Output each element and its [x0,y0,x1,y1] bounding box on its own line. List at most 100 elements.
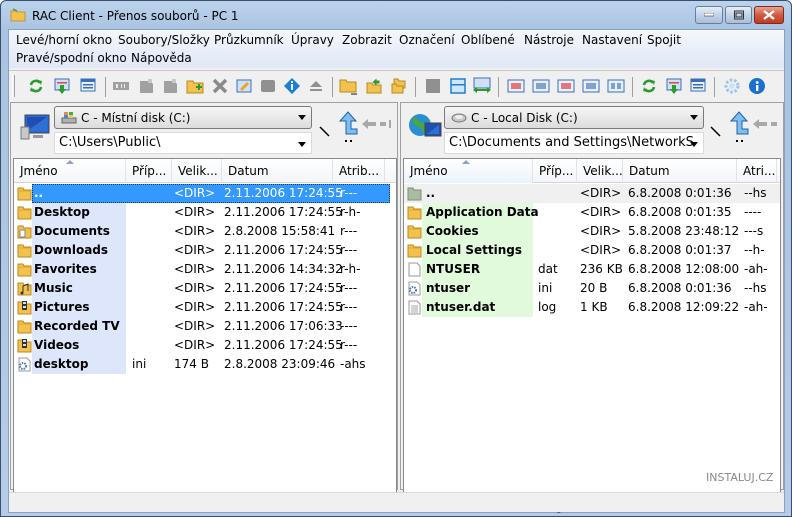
cell-attr: ---- [744,205,762,219]
edit-button[interactable] [234,76,254,96]
toolbar-grip[interactable] [12,75,15,97]
close-button[interactable] [754,6,784,24]
cell-attr: r-h- [340,205,361,219]
download-left-button[interactable] [52,76,72,96]
menu-explorer[interactable]: Průzkumník [214,31,284,49]
left-up-button[interactable] [337,111,359,142]
settings-file-icon [407,281,422,296]
table-row[interactable]: Videos <DIR> 2.11.2006 17:24:55 r--- [14,336,396,355]
title-bar[interactable]: RAC Client - Přenos souborů - PC 1 [1,1,791,29]
swap-panes-button[interactable] [472,76,492,96]
table-row[interactable]: .. <DIR> 6.8.2008 0:01:36 --hs [404,184,780,203]
table-row[interactable]: desktop ini 174 B 2.8.2008 23:09:46 -ahs [14,355,396,374]
refresh-right-button[interactable] [639,76,659,96]
right-up-button[interactable] [728,111,750,142]
download-right-button[interactable] [664,76,684,96]
stop-button[interactable] [258,76,278,96]
menu-connect[interactable]: Spojit [647,31,681,49]
cell-ext: dat [538,262,558,276]
table-row[interactable]: Documents <DIR> 2.8.2008 15:58:41 r--- [14,222,396,241]
view-mode-1-button[interactable] [506,76,526,96]
table-row[interactable]: NTUSER dat 236 KB 6.8.2008 12:08:00 -ah- [404,260,780,279]
right-drive-select[interactable]: C - Local Disk (C:) [444,106,704,129]
menu-help[interactable]: Nápověda [131,49,192,67]
folder-icon [17,186,32,201]
properties-button[interactable] [282,76,302,96]
table-row[interactable]: Desktop <DIR> 2.11.2006 17:24:55 r-h- [14,203,396,222]
table-row[interactable]: Recorded TV <DIR> 2.11.2006 17:06:33 ---- [14,317,396,336]
table-row[interactable]: Application Data <DIR> 6.8.2008 0:01:35 ---… [404,203,780,222]
menu-edit[interactable]: Úpravy [291,31,334,49]
about-button[interactable] [747,76,767,96]
view-left-button[interactable] [78,76,98,96]
column-size[interactable]: Velik... [172,159,222,183]
table-row[interactable]: Local Settings <DIR> 6.8.2008 0:01:37 --h- [404,241,780,260]
table-row[interactable]: Cookies <DIR> 5.8.2008 23:48:12 ---s [404,222,780,241]
network-computer-icon [409,114,442,137]
cell-size: <DIR> [580,224,622,238]
refresh-left-button[interactable] [26,76,46,96]
table-row[interactable]: Favorites <DIR> 2.11.2006 14:34:32 r-h- [14,260,396,279]
table-row[interactable]: .. <DIR> 2.11.2006 17:24:55 r--- [14,184,396,203]
cell-name: Desktop [34,205,90,219]
restore-icon [733,10,744,20]
square-button[interactable] [423,76,443,96]
menu-selection[interactable]: Označení [399,31,455,49]
right-path-input[interactable]: C:\Documents and Settings\NetworkS [444,132,704,154]
column-name[interactable]: Jméno [14,159,126,183]
table-row[interactable]: Music <DIR> 2.11.2006 17:24:55 r--- [14,279,396,298]
view-right-button[interactable] [688,76,708,96]
column-size[interactable]: Velik... [577,159,623,183]
right-back-button[interactable] [752,117,777,145]
left-drive-select[interactable]: C - Místní disk (C:) [54,106,312,129]
table-row[interactable]: Pictures <DIR> 2.11.2006 17:24:55 r--- [14,298,396,317]
text-file-icon [407,300,422,315]
folder-up-button[interactable] [364,76,384,96]
table-row[interactable]: ntuser ini 20 B 6.8.2008 0:01:36 --hs [404,279,780,298]
left-list-header: Jméno Příp... Velik... Datum Atrib... [14,159,396,183]
table-row[interactable]: Downloads <DIR> 2.11.2006 17:24:55 r--- [14,241,396,260]
view-mode-4-button[interactable] [581,76,601,96]
view-mode-3-button[interactable] [556,76,576,96]
rename-button[interactable] [111,76,131,96]
info-diamond-icon [284,78,300,94]
column-name[interactable]: Jméno [404,159,533,183]
refresh-icon [29,79,43,93]
settings-button[interactable] [722,76,742,96]
menu-view[interactable]: Zobrazit [342,31,392,49]
table-row[interactable]: ntuser.dat log 1 KB 6.8.2008 12:09:22 -ah- [404,298,780,317]
eject-button[interactable] [306,76,326,96]
menu-left-pane[interactable]: Levé/horní okno [16,31,112,49]
right-root-button[interactable] [707,121,729,149]
right-file-list[interactable]: Jméno Příp... Velik... Datum Atri... .. <… [403,158,781,495]
column-extension[interactable]: Příp... [126,159,172,183]
left-root-button[interactable] [316,121,338,149]
menu-files-folders[interactable]: Soubory/Složky [118,31,210,49]
open-folder-button[interactable] [339,76,359,96]
window-button[interactable] [448,76,468,96]
download-icon [666,78,682,94]
maximize-button[interactable] [725,6,752,24]
delete-button[interactable] [210,76,230,96]
left-file-list[interactable]: Jméno Příp... Velik... Datum Atrib... ..… [13,158,397,495]
column-extension[interactable]: Příp... [533,159,577,183]
cell-size: 20 B [580,281,608,295]
new-folder-button[interactable] [185,76,205,96]
menu-right-pane[interactable]: Pravé/spodní okno [16,49,127,67]
left-path-input[interactable]: C:\Users\Public\ [54,132,312,154]
column-attributes[interactable]: Atri... [737,159,777,183]
view-mode-2-button[interactable] [531,76,551,96]
copy-button[interactable] [137,76,157,96]
menu-settings[interactable]: Nastavení [582,31,642,49]
column-attributes[interactable]: Atrib... [333,159,385,183]
column-date[interactable]: Datum [222,159,333,183]
menu-tools[interactable]: Nástroje [524,31,574,49]
paste-button[interactable] [161,76,181,96]
menu-favorites[interactable]: Oblíbené [461,31,515,49]
column-date[interactable]: Datum [623,159,737,183]
compare-folders-button[interactable] [389,76,409,96]
left-back-button[interactable] [361,117,391,145]
view-mode-5-button[interactable] [606,76,626,96]
minimize-button[interactable] [695,6,723,24]
chevron-down-icon [690,142,698,147]
